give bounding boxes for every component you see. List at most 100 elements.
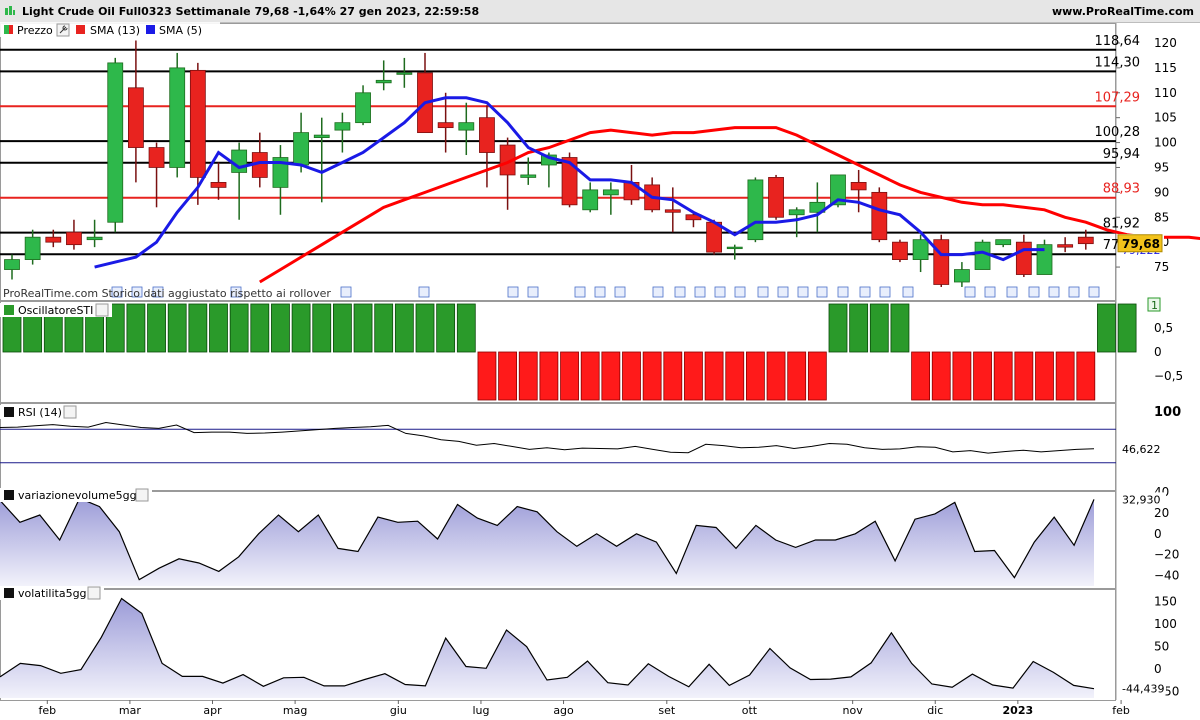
area-fill bbox=[0, 498, 1094, 586]
news-icon[interactable] bbox=[816, 286, 828, 298]
rsi-line bbox=[0, 421, 1095, 454]
oscillator-bar bbox=[952, 351, 972, 401]
wrench-icon[interactable] bbox=[95, 303, 109, 317]
level-label: 88,93 bbox=[1103, 182, 1140, 197]
oscillator-bar bbox=[828, 303, 848, 353]
calendar-icon[interactable] bbox=[714, 286, 726, 298]
candle-body bbox=[1077, 236, 1094, 245]
wrench-icon[interactable] bbox=[87, 586, 101, 600]
y-tick-label: 95 bbox=[1154, 160, 1169, 174]
wrench-icon[interactable] bbox=[56, 23, 70, 37]
oscillator-bar bbox=[807, 351, 827, 401]
oscillator-bar bbox=[725, 351, 745, 401]
calendar-icon[interactable] bbox=[1048, 286, 1060, 298]
oscillator-bar bbox=[787, 351, 807, 401]
price-legend[interactable]: Prezzo SMA (13) SMA (5) bbox=[0, 22, 220, 37]
news-icon[interactable] bbox=[694, 286, 706, 298]
area-fill bbox=[0, 598, 1094, 698]
oscillator-bar bbox=[642, 351, 662, 401]
news-icon[interactable] bbox=[1028, 286, 1040, 298]
rsi-legend-swatch bbox=[4, 407, 14, 417]
calendar-icon[interactable] bbox=[757, 286, 769, 298]
calendar-icon[interactable] bbox=[674, 286, 686, 298]
legend-swatch bbox=[4, 588, 14, 598]
news-icon[interactable] bbox=[734, 286, 746, 298]
candle-body bbox=[933, 239, 950, 285]
oscillator-bar bbox=[849, 303, 869, 353]
calendar-icon[interactable] bbox=[614, 286, 626, 298]
oscillator-bar bbox=[147, 303, 166, 353]
price-legend-label: Prezzo bbox=[17, 24, 53, 37]
calendar-icon[interactable] bbox=[879, 286, 891, 298]
oscillator-bar bbox=[1117, 303, 1137, 353]
news-icon[interactable] bbox=[1068, 286, 1080, 298]
x-tick-label: lug bbox=[472, 704, 489, 717]
osc-last-value: 1 bbox=[1151, 299, 1158, 312]
oscillator-bar bbox=[869, 303, 889, 353]
oscillator-bar bbox=[312, 303, 332, 353]
osc-legend-label: OscillatoreSTI bbox=[18, 304, 93, 317]
news-icon[interactable] bbox=[418, 286, 430, 298]
oscillator-bar bbox=[229, 303, 249, 353]
y-tick-label: 105 bbox=[1154, 111, 1177, 125]
wrench-icon[interactable] bbox=[135, 488, 149, 502]
oscillator-bar bbox=[126, 303, 146, 353]
oscillator-bar bbox=[560, 351, 579, 401]
level-label: 95,94 bbox=[1103, 147, 1140, 162]
oscillator-bar bbox=[539, 351, 559, 401]
calendar-icon[interactable] bbox=[837, 286, 849, 298]
oscillator-bar bbox=[911, 351, 930, 401]
y-tick-label: 0,5 bbox=[1154, 321, 1173, 335]
candle-body bbox=[355, 92, 371, 124]
oscillator-bar bbox=[1014, 351, 1034, 401]
candle-body bbox=[788, 209, 805, 216]
oscillator-bar bbox=[291, 303, 311, 353]
news-icon[interactable] bbox=[777, 286, 789, 298]
news-icon[interactable] bbox=[527, 286, 539, 298]
sma5-legend-label: SMA (5) bbox=[159, 24, 202, 37]
oscillator-bar bbox=[518, 351, 538, 401]
price-legend-swatch bbox=[4, 25, 9, 34]
oscillator-bar bbox=[746, 351, 765, 401]
level-label: 118,64 bbox=[1095, 34, 1141, 49]
oscillator-bar bbox=[684, 351, 703, 401]
candle-body bbox=[169, 67, 186, 168]
news-icon[interactable] bbox=[594, 286, 606, 298]
oscillator-bar bbox=[663, 351, 683, 401]
calendar-icon[interactable] bbox=[1088, 286, 1100, 298]
calendar-icon[interactable] bbox=[340, 286, 352, 298]
y-tick-label: 0 bbox=[1154, 345, 1162, 359]
y-tick-label: 115 bbox=[1154, 61, 1177, 75]
oscillator-bar bbox=[1035, 351, 1054, 401]
x-tick-label: feb bbox=[38, 704, 56, 717]
calendar-icon[interactable] bbox=[1006, 286, 1018, 298]
level-label: 100,28 bbox=[1095, 125, 1141, 140]
y-tick-label: 85 bbox=[1154, 210, 1169, 224]
wrench-icon[interactable] bbox=[63, 405, 77, 419]
candle-body bbox=[375, 79, 392, 84]
rsi-last-value: 46,622 bbox=[1122, 443, 1161, 456]
news-icon[interactable] bbox=[859, 286, 871, 298]
calendar-icon[interactable] bbox=[574, 286, 586, 298]
y-tick-label: 100 bbox=[1154, 617, 1177, 631]
candle-body bbox=[45, 236, 62, 243]
news-icon[interactable] bbox=[984, 286, 996, 298]
candle-body bbox=[747, 179, 764, 241]
y-tick-label: −20 bbox=[1154, 548, 1179, 562]
candle-body bbox=[561, 157, 578, 206]
price-legend-swatch-bear bbox=[9, 25, 13, 34]
sma5-legend-swatch bbox=[146, 25, 155, 34]
panel-frame bbox=[0, 403, 1116, 491]
x-tick-label: dic bbox=[927, 704, 943, 717]
news-icon[interactable] bbox=[902, 286, 914, 298]
candle-body bbox=[334, 122, 351, 131]
calendar-icon[interactable] bbox=[964, 286, 976, 298]
candle-body bbox=[974, 241, 991, 270]
calendar-icon[interactable] bbox=[797, 286, 809, 298]
news-icon[interactable] bbox=[652, 286, 664, 298]
y-tick-label: −0,5 bbox=[1154, 369, 1183, 383]
oscillator-bar bbox=[415, 303, 435, 353]
sma13-legend-label: SMA (13) bbox=[90, 24, 140, 37]
calendar-icon[interactable] bbox=[507, 286, 519, 298]
candle-body bbox=[86, 236, 103, 241]
